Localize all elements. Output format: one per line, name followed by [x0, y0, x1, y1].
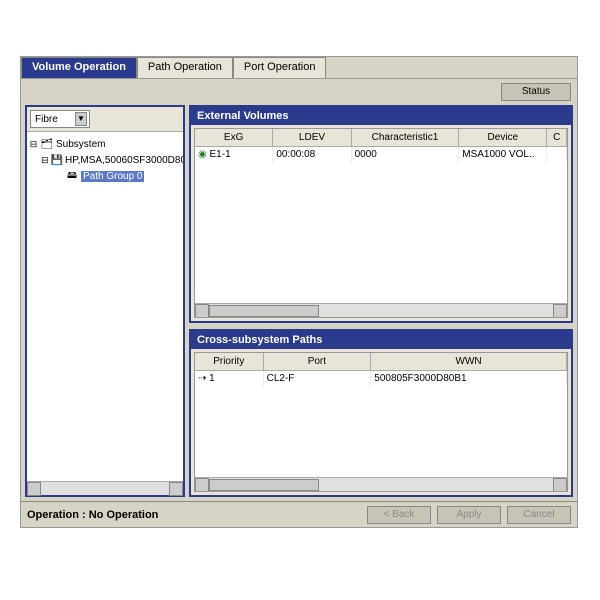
table-row[interactable]: ◉ E1-1 00:00:08 0000 MSA1000 VOL..	[195, 147, 567, 163]
status-row: Status	[21, 79, 577, 105]
sidebar: Fibre ▼ ⊟ 🗂 Subsystem ⊟ 💾 HP,MSA,50060SF…	[25, 105, 185, 497]
scrollbar-thumb[interactable]	[209, 479, 319, 491]
col-exg[interactable]: ExG	[195, 129, 273, 146]
tree-node-path-group[interactable]: 🖴 Path Group 0	[29, 168, 181, 184]
link-icon: ⇢	[198, 373, 206, 384]
tab-port-operation[interactable]: Port Operation	[233, 57, 327, 78]
back-button[interactable]: < Back	[367, 506, 431, 524]
cell-device: MSA1000 VOL..	[459, 147, 547, 163]
table-body: ⇢ 1 CL2-F 500805F3000D80B1	[195, 371, 567, 477]
device-tree[interactable]: ⊟ 🗂 Subsystem ⊟ 💾 HP,MSA,50060SF3000D80B…	[27, 132, 183, 481]
protocol-dropdown[interactable]: Fibre ▼	[30, 110, 90, 128]
cancel-button[interactable]: Cancel	[507, 506, 571, 524]
col-characteristic1[interactable]: Characteristic1	[352, 129, 460, 146]
cell-characteristic1: 0000	[352, 147, 460, 163]
operation-status-text: Operation : No Operation	[27, 509, 158, 521]
main-panels: External Volumes ExG LDEV Characteristic…	[189, 105, 573, 497]
horizontal-scrollbar[interactable]	[195, 303, 567, 317]
storage-icon: 🖴	[65, 168, 79, 185]
cell-c	[547, 147, 567, 163]
footer-bar: Operation : No Operation < Back Apply Ca…	[21, 501, 577, 527]
col-c[interactable]: C	[547, 129, 567, 146]
table-row[interactable]: ⇢ 1 CL2-F 500805F3000D80B1	[195, 371, 567, 387]
cross-paths-table: Priority Port WWN ⇢ 1 CL2-F 500805F3000D…	[194, 352, 568, 492]
sidebar-horizontal-scrollbar[interactable]	[27, 481, 183, 495]
cell-port: CL2-F	[264, 371, 372, 387]
cell-ldev: 00:00:08	[273, 147, 351, 163]
main-body: Fibre ▼ ⊟ 🗂 Subsystem ⊟ 💾 HP,MSA,50060SF…	[21, 105, 577, 501]
collapse-icon[interactable]: ⊟	[41, 155, 49, 166]
cross-subsystem-paths-panel: Cross-subsystem Paths Priority Port WWN …	[189, 329, 573, 497]
disk-icon: 💾	[51, 155, 63, 166]
tab-bar: Volume Operation Path Operation Port Ope…	[21, 57, 577, 79]
col-port[interactable]: Port	[264, 353, 372, 370]
col-ldev[interactable]: LDEV	[273, 129, 351, 146]
table-body: ◉ E1-1 00:00:08 0000 MSA1000 VOL..	[195, 147, 567, 303]
app-window: Volume Operation Path Operation Port Ope…	[20, 56, 578, 528]
tab-path-operation[interactable]: Path Operation	[137, 57, 233, 78]
sidebar-toolbar: Fibre ▼	[27, 107, 183, 132]
tree-root[interactable]: ⊟ 🗂 Subsystem	[29, 136, 181, 152]
scrollbar-thumb[interactable]	[209, 305, 319, 317]
status-button[interactable]: Status	[501, 83, 571, 101]
footer-buttons: < Back Apply Cancel	[367, 506, 571, 524]
tab-volume-operation[interactable]: Volume Operation	[21, 57, 137, 78]
tree-node-hp-msa[interactable]: ⊟ 💾 HP,MSA,50060SF3000D80B0	[29, 152, 181, 168]
globe-icon: ◉	[198, 149, 207, 160]
col-priority[interactable]: Priority	[195, 353, 264, 370]
cell-wwn: 500805F3000D80B1	[371, 371, 567, 387]
tree-node-label: HP,MSA,50060SF3000D80B0	[65, 155, 183, 166]
panel-title: Cross-subsystem Paths	[191, 331, 571, 349]
tree-node-label: Path Group 0	[81, 171, 144, 182]
external-volumes-panel: External Volumes ExG LDEV Characteristic…	[189, 105, 573, 323]
tree-root-label: Subsystem	[56, 139, 105, 150]
collapse-icon[interactable]: ⊟	[29, 139, 38, 150]
cell-exg: ◉ E1-1	[195, 147, 273, 163]
folder-icon: 🗂	[40, 139, 54, 150]
cell-priority: ⇢ 1	[195, 371, 264, 387]
col-wwn[interactable]: WWN	[371, 353, 567, 370]
chevron-down-icon: ▼	[75, 112, 87, 126]
apply-button[interactable]: Apply	[437, 506, 501, 524]
table-header-row: Priority Port WWN	[195, 353, 567, 371]
panel-title: External Volumes	[191, 107, 571, 125]
external-volumes-table: ExG LDEV Characteristic1 Device C ◉ E1-1…	[194, 128, 568, 318]
table-header-row: ExG LDEV Characteristic1 Device C	[195, 129, 567, 147]
protocol-dropdown-value: Fibre	[35, 114, 58, 125]
horizontal-scrollbar[interactable]	[195, 477, 567, 491]
col-device[interactable]: Device	[459, 129, 547, 146]
